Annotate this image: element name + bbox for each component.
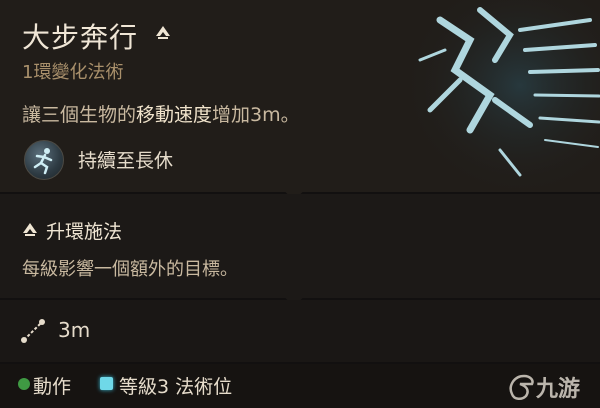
watermark-text: 九游: [536, 377, 581, 402]
running-figure-icon: [24, 140, 64, 180]
spell-range: 3m: [58, 318, 91, 342]
description-highlight: 移動速度: [136, 104, 213, 126]
upcast-description: 每級影響一個額外的目標。: [22, 259, 238, 280]
spell-school: 1環變化法術: [22, 62, 124, 83]
spell-tooltip: 大步奔行 1環變化法術 讓三個生物的移動速度增加3m。 持續至長休 升環施法 每…: [0, 0, 600, 408]
description-prefix: 讓三個生物的: [22, 104, 137, 126]
spell-description: 讓三個生物的移動速度增加3m。: [22, 100, 300, 127]
action-resource-icon: [18, 378, 30, 390]
spell-slot-label: 等級3 法術位: [119, 376, 233, 398]
range-line-icon: [21, 319, 45, 343]
upcast-title: 升環施法: [46, 221, 123, 243]
spell-name: 大步奔行: [22, 21, 139, 54]
chevron-up-icon: [23, 223, 37, 236]
spell-slot-icon: [100, 377, 113, 390]
description-suffix: 增加3m。: [212, 104, 300, 126]
spell-duration: 持續至長休: [78, 150, 174, 172]
action-cost-label: 動作: [33, 376, 72, 398]
chevron-up-icon: [156, 26, 170, 39]
upcast-section: [0, 194, 600, 300]
